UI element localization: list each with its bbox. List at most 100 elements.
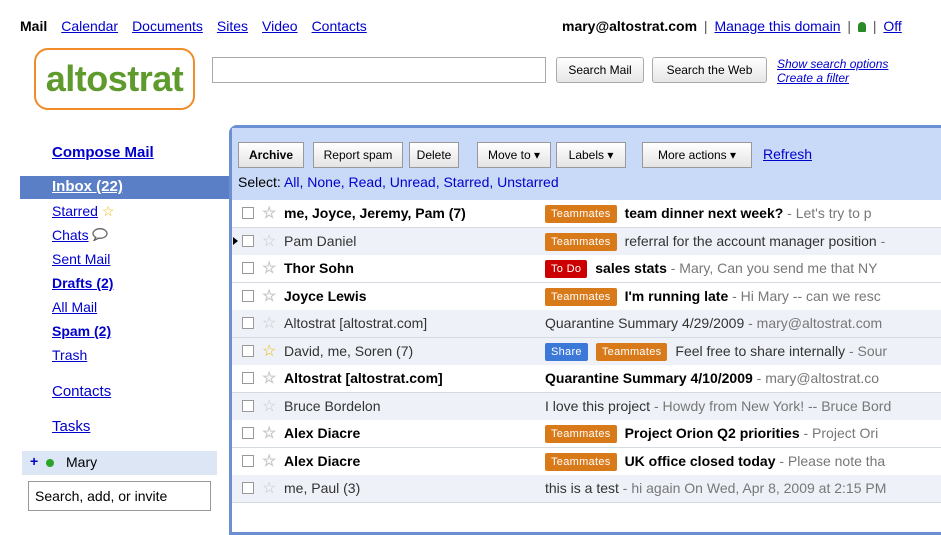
more-actions-dropdown[interactable]: More actions ▾ — [642, 142, 752, 168]
row-checkbox[interactable] — [242, 482, 254, 494]
message-row[interactable]: ☆ Pam Daniel Teammates referral for the acc… — [232, 227, 941, 256]
message-subject-line: Teammates UK office closed today - Please… — [545, 448, 885, 475]
refresh-link[interactable]: Refresh — [763, 146, 812, 162]
label-tag[interactable]: Teammates — [545, 425, 617, 443]
sidebar-item-starred[interactable]: Starred ☆ — [52, 203, 114, 220]
message-row[interactable]: ☆ Bruce Bordelon I love this project - How… — [232, 392, 941, 421]
chat-bubble-icon — [92, 228, 109, 243]
star-icon[interactable]: ☆ — [262, 475, 276, 502]
show-search-options-link[interactable]: Show search options — [777, 57, 888, 71]
top-nav: Mail Calendar Documents Sites Video Cont… — [0, 0, 941, 40]
nav-video[interactable]: Video — [262, 18, 298, 34]
message-row[interactable]: ☆ Thor Sohn To Do sales stats - Mary, Can y… — [232, 255, 941, 283]
search-web-button[interactable]: Search the Web — [652, 57, 767, 83]
message-subject: Feel free to share internally — [675, 342, 846, 359]
message-subject: I love this project — [545, 397, 651, 414]
sidebar-item-sent[interactable]: Sent Mail — [52, 251, 110, 267]
star-icon[interactable]: ☆ — [262, 365, 276, 392]
star-icon[interactable]: ☆ — [262, 448, 276, 475]
label-tag[interactable]: Teammates — [545, 287, 617, 306]
create-filter-link[interactable]: Create a filter — [777, 71, 888, 85]
message-sender: Alex Diacre — [284, 425, 361, 441]
move-to-dropdown[interactable]: Move to ▾ — [477, 142, 551, 168]
message-row[interactable]: ☆ Joyce Lewis Teammates I'm running late - … — [232, 282, 941, 311]
nav-documents[interactable]: Documents — [132, 18, 203, 34]
search-input[interactable] — [212, 57, 546, 83]
chat-search-input[interactable]: Search, add, or invite — [28, 481, 211, 511]
nav-mail[interactable]: Mail — [20, 18, 47, 34]
star-icon[interactable]: ☆ — [262, 420, 276, 447]
row-checkbox[interactable] — [242, 399, 254, 412]
label-tag[interactable]: To Do — [545, 260, 588, 278]
message-row[interactable]: ☆ Alex Diacre Teammates Project Orion Q2 pr… — [232, 420, 941, 448]
message-subject-line: I love this project - Howdy from New Yor… — [545, 393, 891, 420]
sidebar-item-tasks[interactable]: Tasks — [52, 418, 90, 435]
row-checkbox[interactable] — [242, 454, 254, 467]
message-row[interactable]: ☆ David, me, Soren (7) Share Teammates Feel … — [232, 337, 941, 366]
message-snippet: - mary@altostrat.com — [744, 315, 883, 331]
delete-button[interactable]: Delete — [409, 142, 459, 168]
message-subject-line: Share Teammates Feel free to share interna… — [545, 338, 887, 365]
row-checkbox[interactable] — [242, 262, 254, 274]
message-subject-line: Quarantine Summary 4/29/2009 - mary@alto… — [545, 310, 882, 337]
message-snippet: - mary@altostrat.co — [752, 370, 880, 386]
sidebar-item-inbox[interactable]: Inbox (22) — [20, 176, 230, 199]
nav-contacts[interactable]: Contacts — [312, 18, 367, 34]
nav-calendar[interactable]: Calendar — [61, 18, 118, 34]
row-checkbox[interactable] — [242, 317, 254, 329]
sidebar-item-chats[interactable]: Chats — [52, 227, 109, 243]
labels-dropdown[interactable]: Labels ▾ — [556, 142, 626, 168]
star-icon[interactable]: ☆ — [262, 338, 276, 365]
star-icon[interactable]: ☆ — [262, 393, 276, 420]
altostrat-logo[interactable]: altostrat — [34, 48, 195, 110]
sidebar-item-contacts[interactable]: Contacts — [52, 383, 111, 400]
message-subject: Quarantine Summary 4/10/2009 — [545, 370, 753, 386]
message-sender: Alex Diacre — [284, 452, 361, 469]
row-checkbox[interactable] — [242, 344, 254, 357]
offline-link[interactable]: Off — [883, 18, 901, 34]
star-icon[interactable]: ☆ — [262, 200, 276, 227]
search-mail-button[interactable]: Search Mail — [556, 57, 644, 83]
star-icon[interactable]: ☆ — [262, 283, 276, 310]
select-label: Select: — [238, 174, 281, 190]
row-checkbox[interactable] — [242, 289, 254, 302]
message-subject-line: To Do sales stats - Mary, Can you send me… — [545, 255, 877, 282]
expand-chat-icon[interactable]: + — [30, 453, 38, 469]
label-tag[interactable]: Teammates — [595, 342, 668, 361]
message-subject-line: Teammates I'm running late - Hi Mary -- c… — [545, 283, 881, 310]
message-row[interactable]: ☆ me, Paul (3) this is a test - hi again O… — [232, 475, 941, 503]
message-sender: Bruce Bordelon — [284, 397, 381, 414]
report-spam-button[interactable]: Report spam — [313, 142, 403, 168]
row-checkbox[interactable] — [242, 207, 254, 219]
chat-status-bar[interactable]: + Mary — [22, 451, 217, 475]
nav-sites[interactable]: Sites — [217, 18, 248, 34]
row-checkbox[interactable] — [242, 234, 254, 247]
account-bar: mary@altostrat.com | Manage this domain … — [562, 18, 902, 34]
star-icon[interactable]: ☆ — [262, 228, 276, 255]
app-links: Mail Calendar Documents Sites Video Cont… — [20, 18, 367, 34]
message-row[interactable]: ☆ Altostrat [altostrat.com] Quarantine Sum… — [232, 310, 941, 338]
label-tag[interactable]: Teammates — [545, 232, 617, 251]
label-tag[interactable]: Teammates — [545, 205, 617, 223]
row-checkbox[interactable] — [242, 427, 254, 439]
star-icon[interactable]: ☆ — [262, 310, 276, 337]
message-row[interactable]: ☆ Alex Diacre Teammates UK office closed to… — [232, 447, 941, 476]
row-checkbox[interactable] — [242, 372, 254, 384]
compose-mail-link[interactable]: Compose Mail — [52, 144, 154, 161]
manage-domain-link[interactable]: Manage this domain — [714, 18, 840, 34]
message-row[interactable]: ☆ me, Joyce, Jeremy, Pam (7) Teammates team… — [232, 200, 941, 228]
message-subject: sales stats — [595, 260, 667, 276]
message-sender: David, me, Soren (7) — [284, 342, 414, 359]
message-row[interactable]: ☆ Altostrat [altostrat.com] Quarantine Sum… — [232, 365, 941, 393]
select-options-links[interactable]: All, None, Read, Unread, Starred, Unstar… — [284, 174, 559, 190]
star-icon[interactable]: ☆ — [262, 255, 276, 282]
message-snippet: - Let's try to p — [783, 205, 872, 221]
sidebar-item-trash[interactable]: Trash — [52, 347, 87, 363]
message-subject: team dinner next week? — [624, 205, 784, 221]
sidebar-item-drafts[interactable]: Drafts (2) — [52, 275, 113, 291]
label-tag[interactable]: Teammates — [545, 452, 617, 471]
archive-button[interactable]: Archive — [238, 142, 304, 168]
label-tag[interactable]: Share — [545, 342, 588, 361]
sidebar-item-all-mail[interactable]: All Mail — [52, 299, 97, 315]
sidebar-item-spam[interactable]: Spam (2) — [52, 323, 111, 339]
